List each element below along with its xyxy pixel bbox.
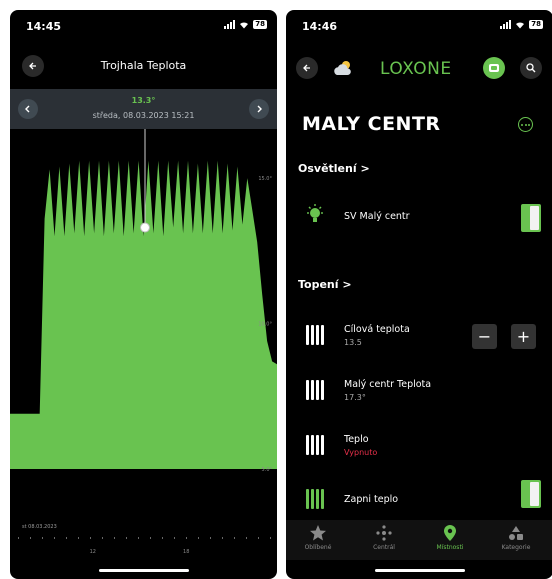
- x-axis-dot: [246, 537, 247, 539]
- increase-button[interactable]: +: [511, 324, 536, 349]
- selected-date: středa, 08.03.2023 15:21: [92, 111, 195, 120]
- list-item-heat-switch[interactable]: Zapni teplo: [286, 480, 552, 521]
- arrow-left-icon: [303, 64, 310, 72]
- battery-icon: 78: [529, 20, 543, 29]
- x-axis-dot: [126, 537, 127, 539]
- list-item-heat[interactable]: Teplo Vypnuto: [286, 427, 552, 467]
- x-axis-dot: [42, 537, 43, 539]
- tab-label: Oblíbené: [304, 544, 332, 551]
- x-axis-dot: [210, 537, 211, 539]
- radiator-icon: [306, 325, 324, 345]
- light-name: SV Malý centr: [344, 211, 410, 222]
- x-axis-dot: [150, 537, 151, 539]
- x-axis-dot: [138, 537, 139, 539]
- x-axis-dot: [198, 537, 199, 539]
- central-icon: [376, 525, 392, 541]
- x-axis-dot: [174, 537, 175, 539]
- tab-favorites[interactable]: Oblíbené: [288, 524, 348, 551]
- right-phone-screen: 14:46 78 LOXONE MALY CENTR Osvětlení > S…: [286, 10, 552, 579]
- x-tick-label: 12: [90, 549, 96, 555]
- tab-categories[interactable]: Kategorie: [486, 524, 546, 551]
- left-phone-screen: 14:45 78 Trojhala Teplota 13.3° středa, …: [10, 10, 277, 579]
- x-axis-start-date: st 08.03.2023: [22, 524, 57, 530]
- light-toggle[interactable]: [521, 204, 541, 232]
- tab-label: Kategorie: [501, 544, 531, 551]
- section-heating[interactable]: Topení >: [298, 278, 352, 291]
- wifi-icon: [516, 21, 525, 28]
- x-axis-dot: [222, 537, 223, 539]
- chevron-right-icon: [257, 105, 262, 113]
- search-icon: [526, 63, 536, 73]
- status-icons: 78: [500, 20, 543, 29]
- radiator-icon: [306, 435, 324, 455]
- home-indicator: [374, 569, 465, 572]
- tab-label: Centrál: [373, 544, 395, 551]
- x-axis-dot: [162, 537, 163, 539]
- status-time: 14:46: [302, 20, 338, 33]
- status-time: 14:45: [26, 20, 62, 33]
- y-tick-label: 10.0°: [258, 322, 272, 328]
- bottom-tab-bar: Oblíbené Centrál Místnosti Kategorie: [286, 520, 552, 560]
- heat-name: Teplo: [344, 434, 369, 445]
- search-button[interactable]: [520, 57, 542, 79]
- list-item-target-temp[interactable]: Cílová teplota 13.5 − +: [286, 317, 552, 357]
- battery-icon: 78: [253, 20, 267, 29]
- signal-icon: [500, 20, 512, 29]
- list-item-room-temp[interactable]: Malý centr Teplota 17.3°: [286, 372, 552, 412]
- tab-central[interactable]: Centrál: [354, 524, 414, 551]
- page-title: Trojhala Teplota: [100, 59, 187, 72]
- heat-switch-toggle[interactable]: [521, 480, 541, 508]
- x-axis-dot: [78, 537, 79, 539]
- wifi-icon: [240, 21, 249, 28]
- location-pin-icon: [444, 525, 456, 541]
- intercom-button[interactable]: [483, 57, 505, 79]
- x-axis-dot: [186, 537, 187, 539]
- room-title: MALY CENTR: [302, 113, 441, 135]
- lightbulb-icon: [307, 204, 323, 222]
- home-indicator: [98, 569, 189, 572]
- x-axis-dot: [66, 537, 67, 539]
- tab-rooms[interactable]: Místnosti: [420, 524, 480, 551]
- tab-label: Místnosti: [436, 544, 464, 551]
- heat-switch-name: Zapni teplo: [344, 494, 399, 505]
- target-temp-value: 13.5: [344, 338, 362, 347]
- status-bar: 14:46 78: [286, 10, 552, 40]
- x-axis-dot: [18, 537, 19, 539]
- room-temp-name: Malý centr Teplota: [344, 379, 432, 390]
- x-tick-label: 18: [183, 549, 189, 555]
- radiator-icon: [306, 489, 324, 509]
- temperature-chart[interactable]: 15.0° 10.0° 5.0° st 08.03.2023 12 18: [10, 129, 277, 569]
- y-tick-label: 5.0°: [262, 467, 273, 473]
- more-options-button[interactable]: [518, 117, 533, 132]
- x-axis-dot: [90, 537, 91, 539]
- x-axis-dot: [30, 537, 31, 539]
- x-axis-dot: [114, 537, 115, 539]
- status-bar: 14:45 78: [10, 10, 277, 40]
- selection-marker: [140, 222, 150, 233]
- target-temp-name: Cílová teplota: [344, 324, 410, 335]
- weather-icon[interactable]: [333, 59, 355, 77]
- radiator-icon: [306, 380, 324, 400]
- camera-icon: [489, 64, 499, 72]
- x-axis-dot: [54, 537, 55, 539]
- x-axis-dot: [270, 537, 271, 539]
- list-item-light[interactable]: SV Malý centr: [286, 198, 552, 238]
- section-lights[interactable]: Osvětlení >: [298, 162, 370, 175]
- y-tick-label: 15.0°: [258, 176, 272, 182]
- signal-icon: [224, 20, 236, 29]
- status-icons: 78: [224, 20, 267, 29]
- x-axis-dot: [102, 537, 103, 539]
- decrease-button[interactable]: −: [472, 324, 497, 349]
- selected-value: 13.3°: [131, 96, 156, 105]
- brand-logo: LOXONE: [380, 59, 452, 79]
- room-temp-value: 17.3°: [344, 393, 366, 402]
- star-icon: [310, 525, 326, 541]
- categories-icon: [509, 526, 523, 540]
- heat-state: Vypnuto: [344, 448, 378, 457]
- x-axis-dot: [258, 537, 259, 539]
- next-button[interactable]: [249, 99, 269, 119]
- x-axis-dot: [234, 537, 235, 539]
- selected-point-info: 13.3° středa, 08.03.2023 15:21: [10, 89, 277, 129]
- back-button[interactable]: [296, 57, 318, 79]
